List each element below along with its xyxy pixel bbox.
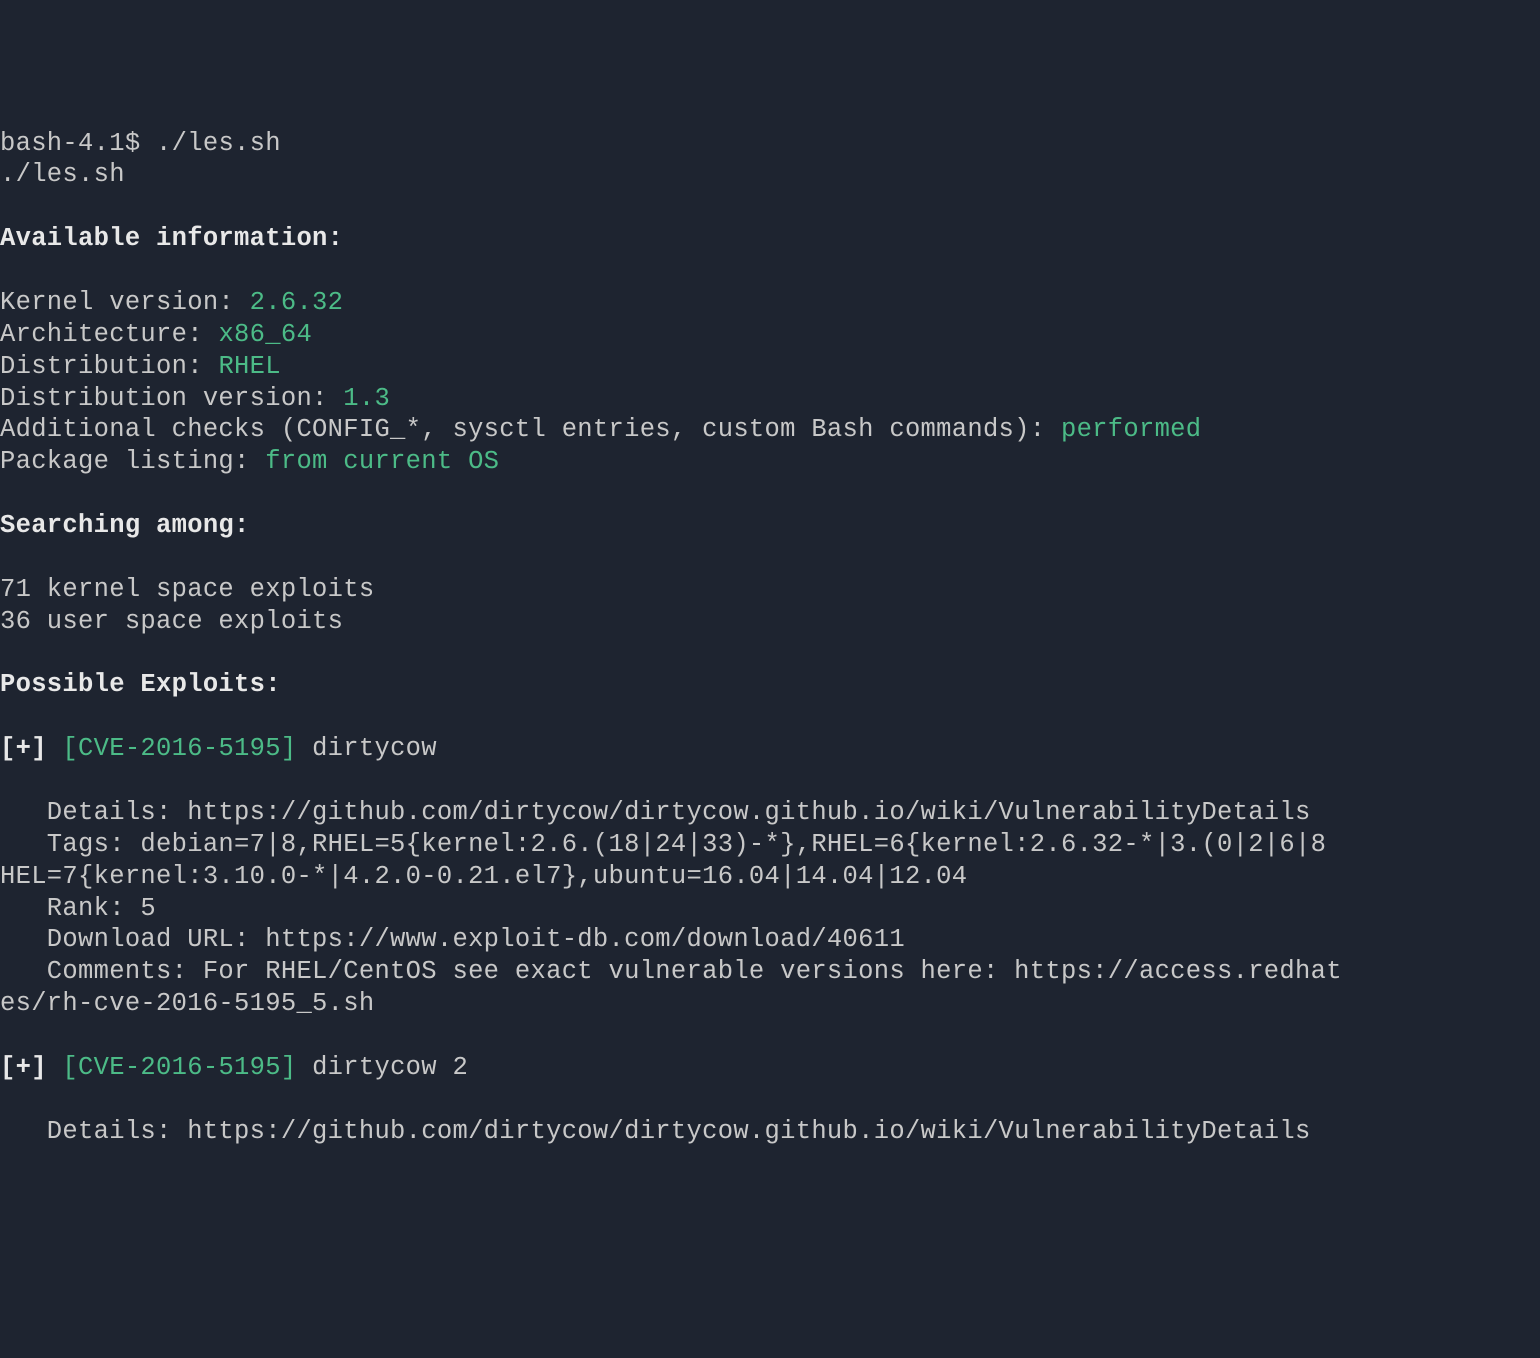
cve-id: [CVE-2016-5195] — [62, 1053, 296, 1082]
additional-checks-value: performed — [1061, 415, 1201, 444]
exploit-marker: [+] — [0, 734, 62, 763]
terminal-output: bash-4.1$ ./les.sh ./les.sh Available in… — [0, 128, 1540, 1148]
section-header-available: Available information: — [0, 224, 343, 253]
kernel-version-value: 2.6.32 — [250, 288, 344, 317]
section-header-possible: Possible Exploits: — [0, 670, 281, 699]
exploit-name: dirtycow — [296, 734, 436, 763]
kernel-version-label: Kernel version: — [0, 288, 250, 317]
exploit-tags-line1: Tags: debian=7|8,RHEL=5{kernel:2.6.(18|2… — [0, 830, 1326, 859]
additional-checks-label: Additional checks (CONFIG_*, sysctl entr… — [0, 415, 1061, 444]
package-listing-label: Package listing: — [0, 447, 265, 476]
command-echo: ./les.sh — [0, 160, 125, 189]
kernel-exploits-count: 71 kernel space exploits — [0, 575, 374, 604]
shell-prompt: bash-4.1$ — [0, 129, 156, 158]
package-listing-value: from current OS — [265, 447, 499, 476]
exploit-tags-line2: HEL=7{kernel:3.10.0-*|4.2.0-0.21.el7},ub… — [0, 862, 967, 891]
distribution-label: Distribution: — [0, 352, 218, 381]
exploit-comments-line1: Comments: For RHEL/CentOS see exact vuln… — [0, 957, 1342, 986]
command-input: ./les.sh — [156, 129, 281, 158]
distribution-value: RHEL — [218, 352, 280, 381]
exploit-details: Details: https://github.com/dirtycow/dir… — [0, 1117, 1311, 1146]
exploit-comments-line2: es/rh-cve-2016-5195_5.sh — [0, 989, 374, 1018]
exploit-details: Details: https://github.com/dirtycow/dir… — [0, 798, 1311, 827]
distribution-version-label: Distribution version: — [0, 384, 343, 413]
user-exploits-count: 36 user space exploits — [0, 607, 343, 636]
exploit-rank: Rank: 5 — [0, 894, 156, 923]
exploit-name: dirtycow 2 — [296, 1053, 468, 1082]
exploit-marker: [+] — [0, 1053, 62, 1082]
architecture-value: x86_64 — [218, 320, 312, 349]
cve-id: [CVE-2016-5195] — [62, 734, 296, 763]
section-header-searching: Searching among: — [0, 511, 250, 540]
exploit-download-url: Download URL: https://www.exploit-db.com… — [0, 925, 905, 954]
architecture-label: Architecture: — [0, 320, 218, 349]
distribution-version-value: 1.3 — [343, 384, 390, 413]
